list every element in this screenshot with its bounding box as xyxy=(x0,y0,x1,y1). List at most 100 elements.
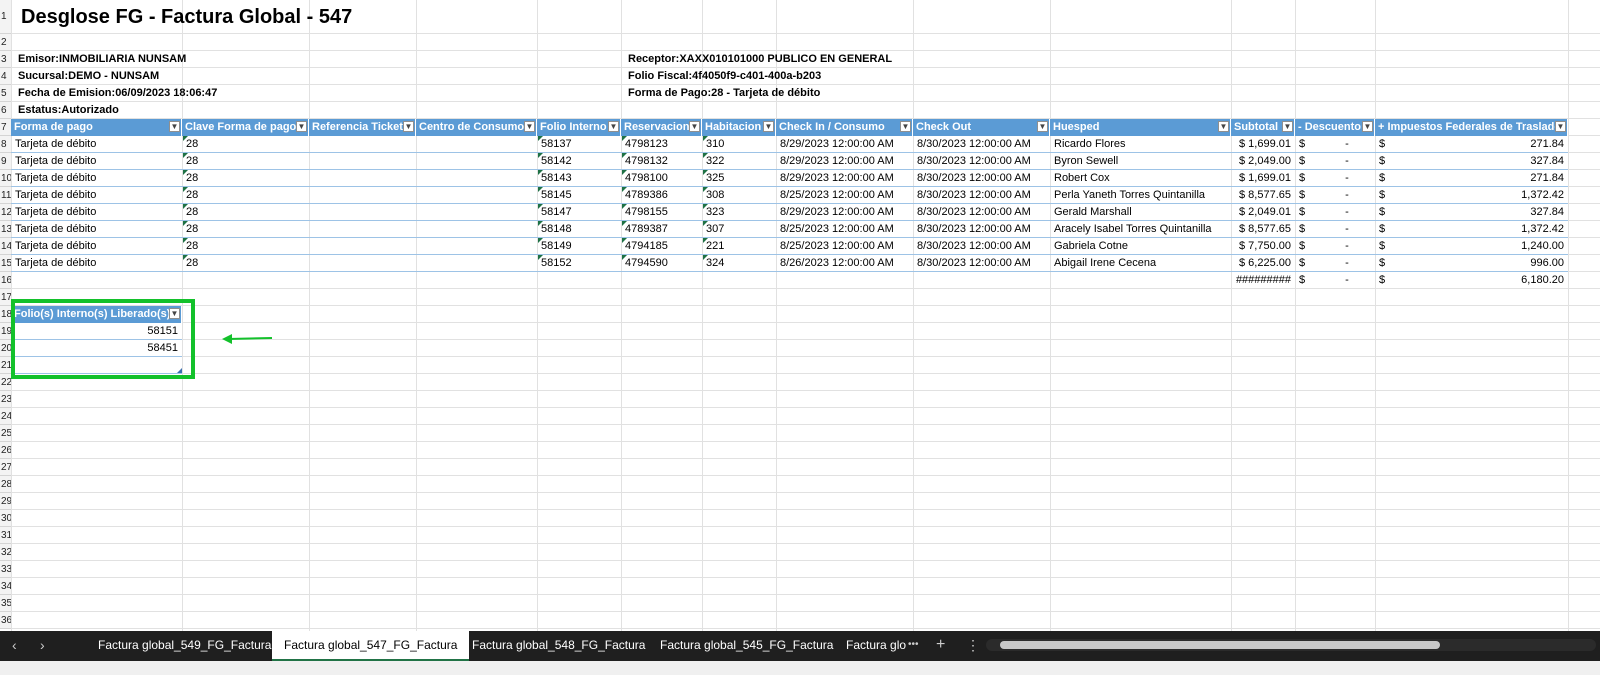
prev-sheet-button[interactable]: ‹ xyxy=(12,631,17,659)
table-cell[interactable]: 8/25/2023 12:00:00 AM xyxy=(776,221,913,238)
row-number[interactable]: 24 xyxy=(0,408,11,425)
table-cell[interactable]: 4789386 xyxy=(621,187,702,204)
row-number[interactable]: 31 xyxy=(0,527,11,544)
info-emisor[interactable]: Emisor:INMOBILIARIA NUNSAM xyxy=(14,51,534,68)
table-cell[interactable]: 8/29/2023 12:00:00 AM xyxy=(776,136,913,153)
table-cell[interactable] xyxy=(416,204,537,221)
more-tabs-button[interactable]: ••• xyxy=(908,631,919,659)
row-number[interactable]: 30 xyxy=(0,510,11,527)
table-cell[interactable]: 58137 xyxy=(537,136,621,153)
row-number[interactable]: 35 xyxy=(0,595,11,612)
table-cell[interactable]: $ 1,699.01 xyxy=(1231,170,1295,187)
row-number[interactable]: 15 xyxy=(0,255,11,272)
table-cell[interactable]: $ xyxy=(1295,153,1319,170)
row-number[interactable]: 16 xyxy=(0,272,11,289)
table-cell[interactable] xyxy=(309,187,416,204)
table-cell[interactable]: 8/29/2023 12:00:00 AM xyxy=(776,170,913,187)
table-cell[interactable]: - xyxy=(1319,170,1375,187)
table-cell[interactable]: 58145 xyxy=(537,187,621,204)
table-cell[interactable]: 58147 xyxy=(537,204,621,221)
row-number[interactable]: 22 xyxy=(0,374,11,391)
table-cell[interactable]: $ 2,049.01 xyxy=(1231,204,1295,221)
table-cell[interactable]: $ xyxy=(1295,204,1319,221)
table-cell[interactable]: 324 xyxy=(702,255,776,272)
table-cell[interactable]: 996.00 xyxy=(1399,255,1568,272)
table-cell[interactable]: 28 xyxy=(182,170,309,187)
row-number[interactable]: 26 xyxy=(0,442,11,459)
table-cell[interactable]: 327.84 xyxy=(1399,204,1568,221)
table-cell[interactable]: Gabriela Cotne xyxy=(1050,238,1231,255)
row-number[interactable]: 19 xyxy=(0,323,11,340)
table-cell[interactable] xyxy=(309,136,416,153)
table-cell[interactable]: 58142 xyxy=(537,153,621,170)
info-receptor[interactable]: Receptor:XAXX010101000 PUBLICO EN GENERA… xyxy=(624,51,1224,68)
table-cell[interactable]: Tarjeta de débito xyxy=(11,221,182,238)
table-cell[interactable]: 8/30/2023 12:00:00 AM xyxy=(913,238,1050,255)
table-cell[interactable]: 325 xyxy=(702,170,776,187)
table-cell[interactable]: Perla Yaneth Torres Quintanilla xyxy=(1050,187,1231,204)
info-forma-pago[interactable]: Forma de Pago:28 - Tarjeta de débito xyxy=(624,85,1224,102)
table-cell[interactable]: 4798155 xyxy=(621,204,702,221)
row-number[interactable]: 17 xyxy=(0,289,11,306)
info-estatus[interactable]: Estatus:Autorizado xyxy=(14,102,534,119)
info-folio-fiscal[interactable]: Folio Fiscal:4f4050f9-c401-400a-b203 xyxy=(624,68,1224,85)
totals-cell[interactable]: $ xyxy=(1375,272,1399,289)
row-number[interactable]: 28 xyxy=(0,476,11,493)
table-cell[interactable]: 8/30/2023 12:00:00 AM xyxy=(913,255,1050,272)
table-cell[interactable]: Tarjeta de débito xyxy=(11,153,182,170)
table-cell[interactable]: $ xyxy=(1375,221,1399,238)
table-cell[interactable]: $ xyxy=(1295,221,1319,238)
totals-cell[interactable]: 6,180.20 xyxy=(1399,272,1568,289)
table-cell[interactable]: Robert Cox xyxy=(1050,170,1231,187)
table-cell[interactable]: 8/30/2023 12:00:00 AM xyxy=(913,170,1050,187)
table-cell[interactable]: 8/25/2023 12:00:00 AM xyxy=(776,238,913,255)
table-cell[interactable]: 8/29/2023 12:00:00 AM xyxy=(776,204,913,221)
table-cell[interactable]: 4798100 xyxy=(621,170,702,187)
table-cell[interactable]: Tarjeta de débito xyxy=(11,238,182,255)
table-cell[interactable]: $ 8,577.65 xyxy=(1231,221,1295,238)
table-cell[interactable]: 58149 xyxy=(537,238,621,255)
table-cell[interactable]: $ xyxy=(1295,187,1319,204)
table-header-7[interactable]: Habitacion ▼ xyxy=(702,119,776,136)
table-cell[interactable]: - xyxy=(1319,255,1375,272)
filter-dropdown-icon[interactable]: ▼ xyxy=(1218,121,1229,132)
table-cell[interactable]: 28 xyxy=(182,221,309,238)
table-cell[interactable]: 28 xyxy=(182,136,309,153)
table-header-12[interactable]: - Descuento ▼ xyxy=(1295,119,1375,136)
info-sucursal[interactable]: Sucursal:DEMO - NUNSAM xyxy=(14,68,534,85)
table-cell[interactable]: 4798132 xyxy=(621,153,702,170)
filter-dropdown-icon[interactable]: ▼ xyxy=(524,121,535,132)
row-number[interactable]: 36 xyxy=(0,612,11,629)
table-cell[interactable]: Ricardo Flores xyxy=(1050,136,1231,153)
table-cell[interactable] xyxy=(416,255,537,272)
table-cell[interactable] xyxy=(416,136,537,153)
filter-dropdown-icon[interactable]: ▼ xyxy=(403,121,414,132)
sheet-title[interactable]: Desglose FG - Factura Global - 547 xyxy=(11,0,611,34)
table-cell[interactable]: - xyxy=(1319,238,1375,255)
filter-dropdown-icon[interactable]: ▼ xyxy=(1282,121,1293,132)
row-number[interactable]: 7 xyxy=(0,119,11,136)
table-cell[interactable]: $ 1,699.01 xyxy=(1231,136,1295,153)
scrollbar-thumb[interactable] xyxy=(1000,641,1440,649)
table-cell[interactable]: 271.84 xyxy=(1399,170,1568,187)
row-number[interactable]: 6 xyxy=(0,102,11,119)
table-cell[interactable]: - xyxy=(1319,204,1375,221)
table-cell[interactable]: $ 7,750.00 xyxy=(1231,238,1295,255)
row-number[interactable]: 1 xyxy=(0,0,11,34)
table-cell[interactable]: $ xyxy=(1375,153,1399,170)
table-cell[interactable] xyxy=(416,170,537,187)
table-cell[interactable]: $ xyxy=(1295,238,1319,255)
table-cell[interactable] xyxy=(309,170,416,187)
row-number[interactable]: 12 xyxy=(0,204,11,221)
sheet-tab[interactable]: Factura global_545_FG_Factura xyxy=(648,631,845,659)
next-sheet-button[interactable]: › xyxy=(40,631,45,659)
table-cell[interactable]: 4789387 xyxy=(621,221,702,238)
table-cell[interactable]: 8/30/2023 12:00:00 AM xyxy=(913,221,1050,238)
table-cell[interactable]: 8/30/2023 12:00:00 AM xyxy=(913,153,1050,170)
table-cell[interactable]: 8/26/2023 12:00:00 AM xyxy=(776,255,913,272)
table-header-9[interactable]: Check Out ▼ xyxy=(913,119,1050,136)
table-cell[interactable]: 8/25/2023 12:00:00 AM xyxy=(776,187,913,204)
table-cell[interactable]: 58152 xyxy=(537,255,621,272)
table-cell[interactable]: $ xyxy=(1295,255,1319,272)
row-number[interactable]: 33 xyxy=(0,561,11,578)
